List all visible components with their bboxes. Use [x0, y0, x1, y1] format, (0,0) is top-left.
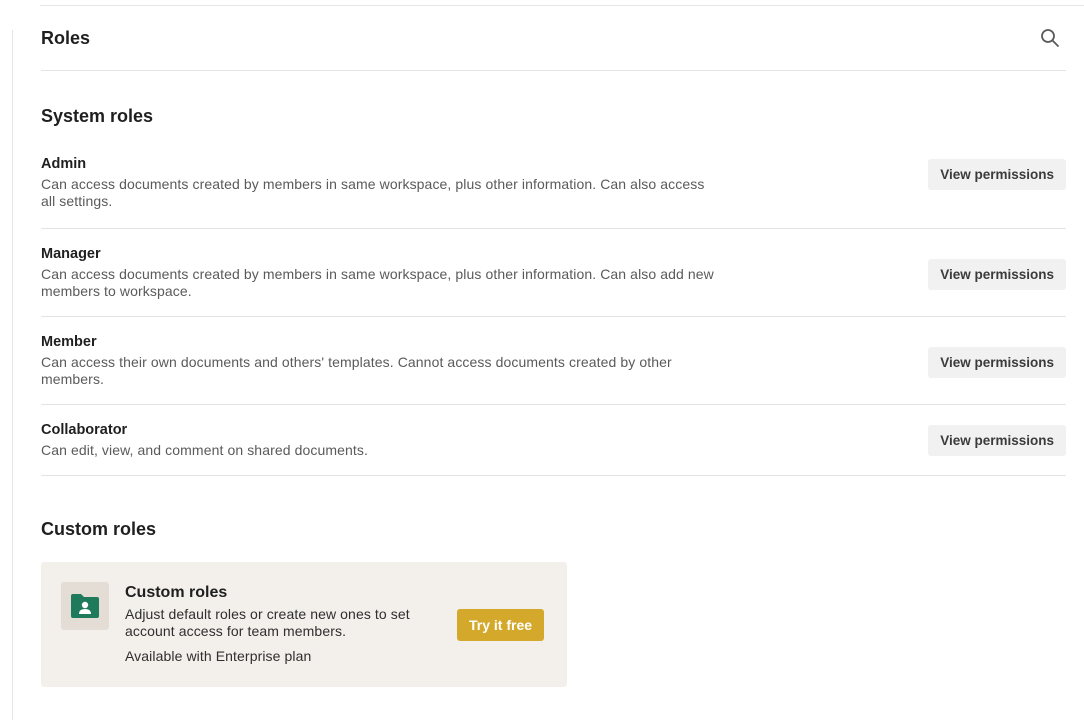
role-text: Collaborator Can edit, view, and comment…	[41, 421, 721, 459]
try-it-free-button[interactable]: Try it free	[457, 609, 545, 641]
role-text: Manager Can access documents created by …	[41, 245, 721, 300]
view-permissions-button-admin[interactable]: View permissions	[928, 159, 1066, 190]
system-roles-heading: System roles	[41, 106, 154, 126]
custom-roles-heading: Custom roles	[41, 519, 157, 539]
role-name: Manager	[41, 246, 101, 262]
search-icon	[1041, 29, 1059, 47]
roles-page: Roles System roles Admin Can access docu…	[41, 0, 1066, 687]
view-permissions-button-manager[interactable]: View permissions	[928, 259, 1066, 290]
folder-user-icon	[71, 594, 99, 618]
role-row-member: Member Can access their own documents an…	[41, 317, 1066, 405]
role-name: Admin	[41, 156, 87, 172]
view-permissions-button-collaborator[interactable]: View permissions	[928, 425, 1066, 456]
promo-body: Custom roles Adjust default roles or cre…	[125, 583, 425, 664]
role-description: Can edit, view, and comment on shared do…	[41, 442, 368, 458]
view-permissions-button-member[interactable]: View permissions	[928, 347, 1066, 378]
promo-icon-container	[61, 582, 109, 630]
role-description: Can access documents created by members …	[41, 176, 705, 209]
role-description: Can access documents created by members …	[41, 266, 714, 299]
role-row-collaborator: Collaborator Can edit, view, and comment…	[41, 405, 1066, 476]
search-button[interactable]	[1039, 27, 1061, 49]
role-description: Can access their own documents and other…	[41, 354, 672, 387]
page-header: Roles	[41, 0, 1066, 71]
role-name: Collaborator	[41, 422, 128, 438]
custom-roles-promo-card: Custom roles Adjust default roles or cre…	[41, 562, 567, 687]
promo-plan-note: Available with Enterprise plan	[125, 648, 312, 664]
role-row-admin: Admin Can access documents created by me…	[41, 155, 1066, 229]
promo-description: Adjust default roles or create new ones …	[125, 606, 410, 639]
left-panel-divider	[12, 30, 13, 720]
page-title: Roles	[41, 27, 91, 48]
role-text: Admin Can access documents created by me…	[41, 155, 721, 210]
role-row-manager: Manager Can access documents created by …	[41, 229, 1066, 317]
role-name: Member	[41, 334, 97, 350]
promo-title: Custom roles	[125, 584, 228, 601]
role-text: Member Can access their own documents an…	[41, 333, 721, 388]
